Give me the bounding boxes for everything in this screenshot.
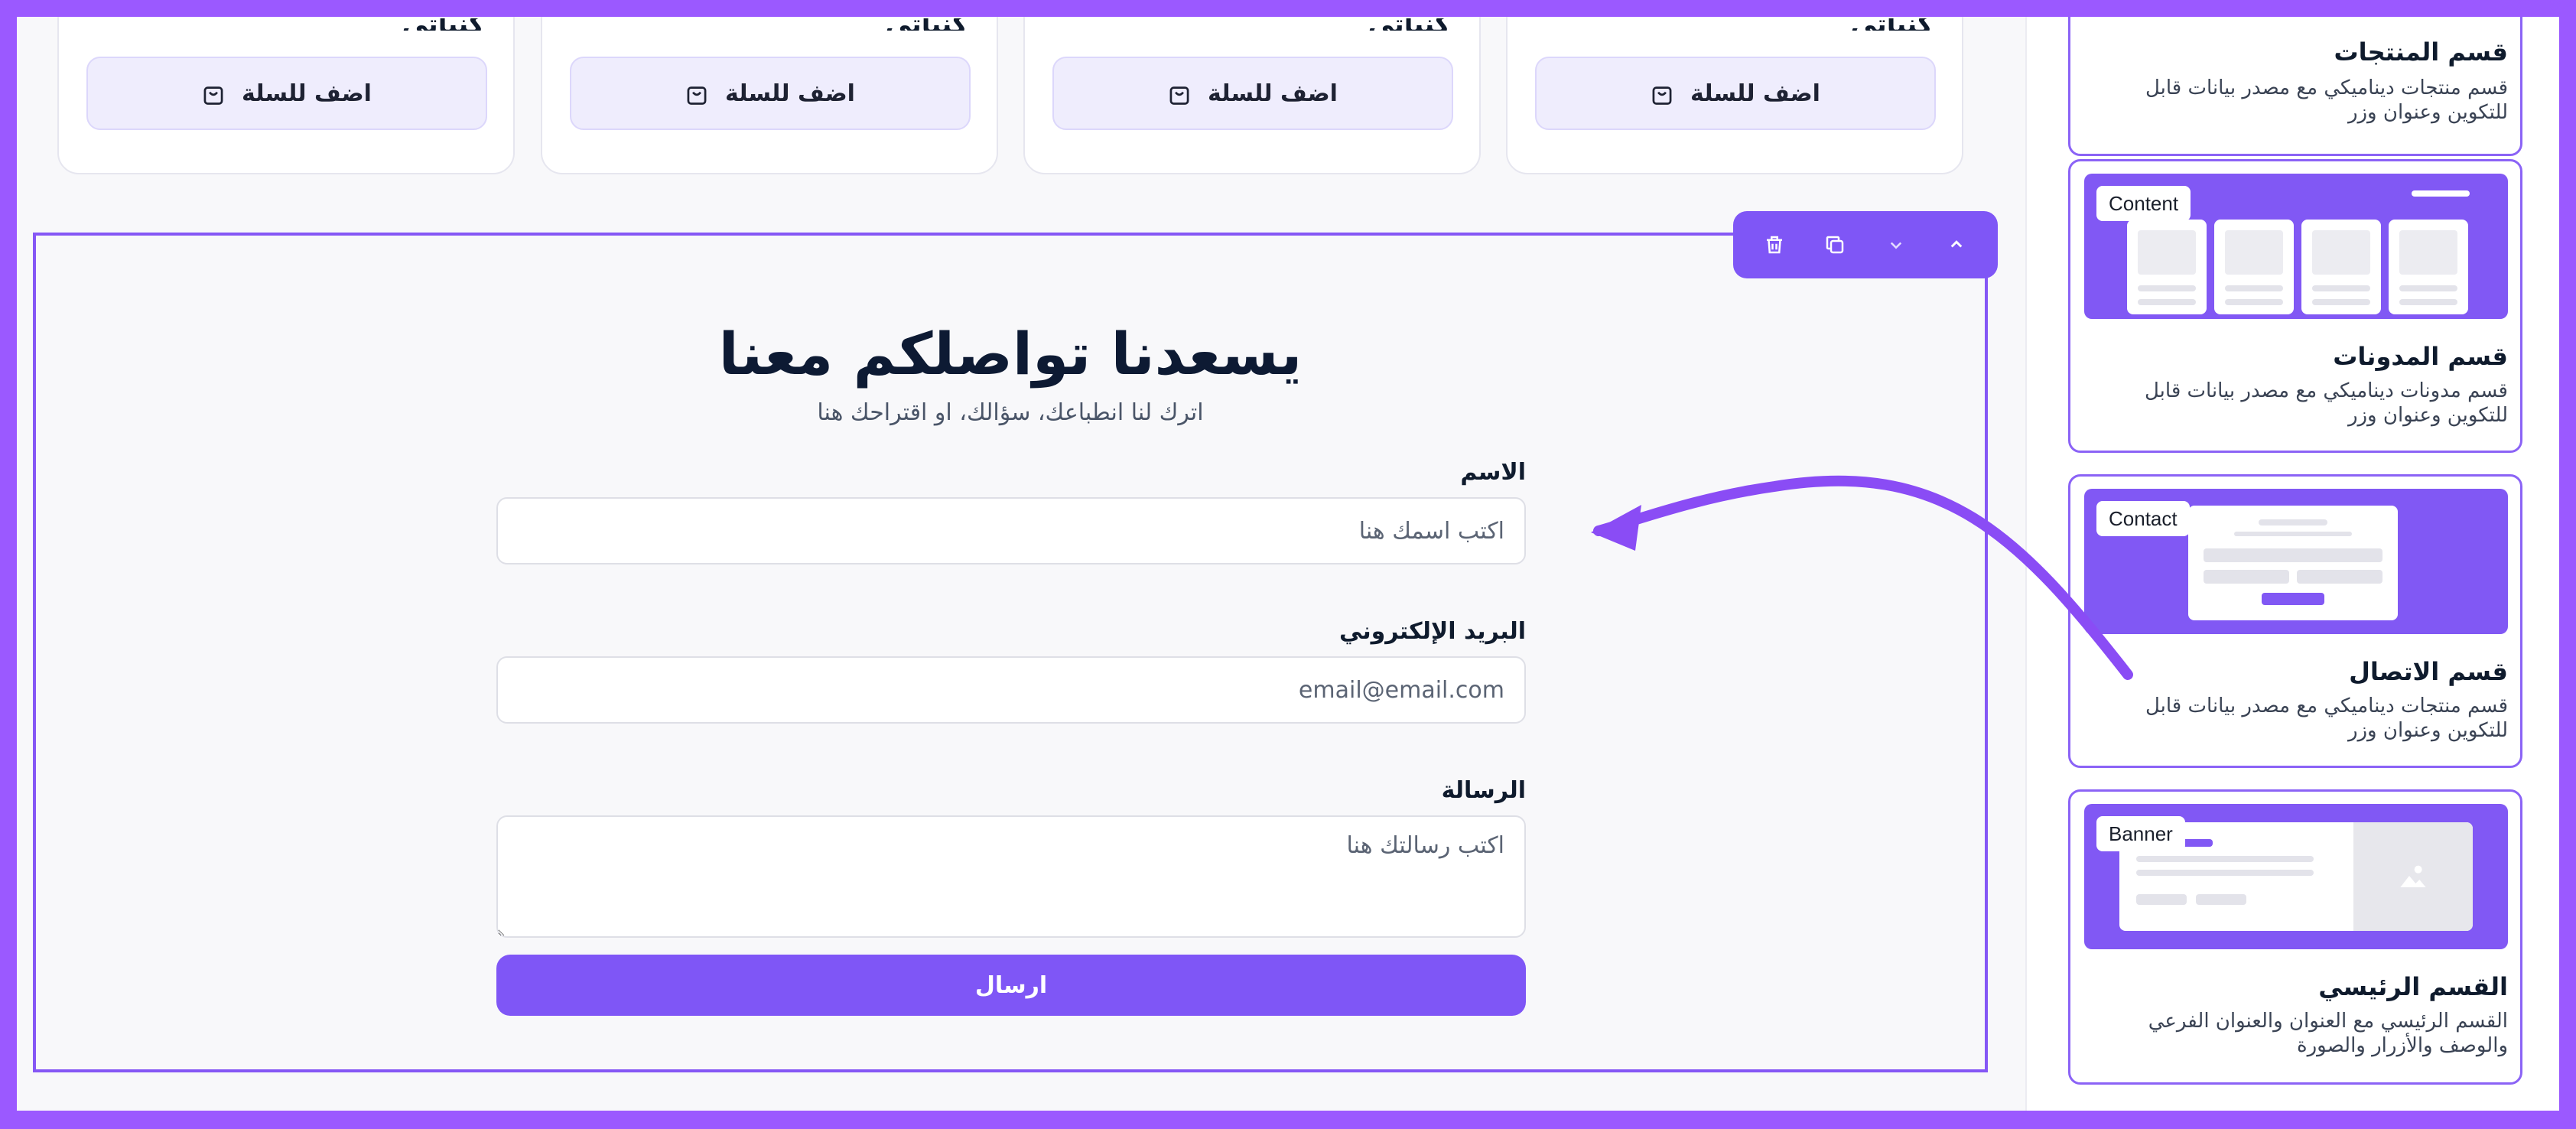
message-label: الرسالة (1441, 777, 1526, 804)
section-template-title: قسم الاتصال (2349, 657, 2508, 686)
add-to-cart-label: اضف للسلة (1208, 80, 1338, 107)
delete-section-button[interactable] (1751, 222, 1797, 268)
section-template-preview: Content (2084, 174, 2508, 319)
section-template-products[interactable]: قسم المنتجات قسم منتجات ديناميكي مع مصدر… (2068, 17, 2522, 156)
message-field[interactable] (496, 815, 1526, 938)
section-template-badge: Content (2096, 186, 2191, 221)
shopping-bag-icon (1652, 86, 1672, 105)
contact-section[interactable]: يسعدنا تواصلكم معنا اترك لنا انطباعك، سؤ… (33, 233, 1988, 1072)
section-template-title: قسم المنتجات (2334, 37, 2508, 67)
product-name: كنباتي (402, 18, 484, 31)
shopping-bag-icon (1169, 86, 1189, 105)
section-template-title: القسم الرئيسي (2318, 972, 2508, 1001)
product-card: كنباتي اضف للسلة (541, 17, 998, 174)
shopping-bag-icon (687, 86, 707, 105)
add-to-cart-button[interactable]: اضف للسلة (1052, 57, 1453, 130)
chevron-up-icon (1950, 240, 1963, 248)
product-name: كنباتي (886, 18, 968, 31)
add-to-cart-button[interactable]: اضف للسلة (1535, 57, 1936, 130)
duplicate-icon (1826, 236, 1844, 254)
sections-sidebar: قسم المنتجات قسم منتجات ديناميكي مع مصدر… (2025, 17, 2559, 1111)
product-name: كنباتي (1851, 18, 1933, 31)
section-template-description: القسم الرئيسي مع العنوان والعنوان الفرعي… (2148, 1010, 2508, 1057)
section-template-badge: Banner (2096, 816, 2185, 851)
product-name: كنباتي (1368, 18, 1450, 31)
duplicate-section-button[interactable] (1812, 222, 1858, 268)
product-card: كنباتي اضف للسلة (57, 17, 515, 174)
product-card: كنباتي اضف للسلة (1023, 17, 1481, 174)
add-to-cart-button[interactable]: اضف للسلة (570, 57, 971, 130)
section-template-description: قسم مدونات ديناميكي مع مصدر بيانات قابل … (2144, 379, 2508, 427)
product-card: كنباتي اضف للسلة (1506, 17, 1963, 174)
section-template-contact[interactable]: Contact قسم الاتصال قسم منتجات ديناميكي … (2068, 474, 2522, 768)
name-label: الاسم (1460, 459, 1526, 486)
contact-subtitle: اترك لنا انطباعك، سؤالك، او اقتراحك هنا (817, 399, 1204, 426)
contact-title: يسعدنا تواصلكم معنا (718, 320, 1303, 388)
section-template-title: قسم المدونات (2333, 342, 2508, 371)
move-up-button[interactable] (1934, 222, 1979, 268)
section-template-badge: Contact (2096, 501, 2190, 536)
email-label: البريد الإلكتروني (1339, 618, 1526, 645)
section-template-blogs[interactable]: Content قسم المدونات قسم مدونات ديناميكي… (2068, 159, 2522, 453)
section-template-banner[interactable]: Banner القسم الرئيسي القسم الرئيسي مع ال… (2068, 789, 2522, 1085)
chevron-down-icon (1890, 242, 1901, 249)
name-field[interactable] (496, 497, 1526, 564)
section-template-description: قسم منتجات ديناميكي مع مصدر بيانات قابل … (2145, 76, 2508, 124)
trash-icon (1766, 236, 1782, 254)
add-to-cart-button[interactable]: اضف للسلة (86, 57, 487, 130)
section-template-preview: Banner (2084, 804, 2508, 949)
add-to-cart-label: اضف للسلة (242, 80, 372, 107)
submit-button[interactable]: ارسال (496, 955, 1526, 1016)
move-down-button[interactable] (1873, 222, 1919, 268)
section-template-preview: Contact (2084, 489, 2508, 634)
add-to-cart-label: اضف للسلة (725, 80, 855, 107)
builder-canvas: كنباتي اضف للسلة كنباتي اضف للسلة كنباتي… (17, 17, 2559, 1111)
section-toolbar (1733, 211, 1998, 278)
section-template-description: قسم منتجات ديناميكي مع مصدر بيانات قابل … (2145, 695, 2508, 742)
email-field[interactable] (496, 656, 1526, 724)
shopping-bag-icon (203, 86, 223, 105)
add-to-cart-label: اضف للسلة (1690, 80, 1820, 107)
